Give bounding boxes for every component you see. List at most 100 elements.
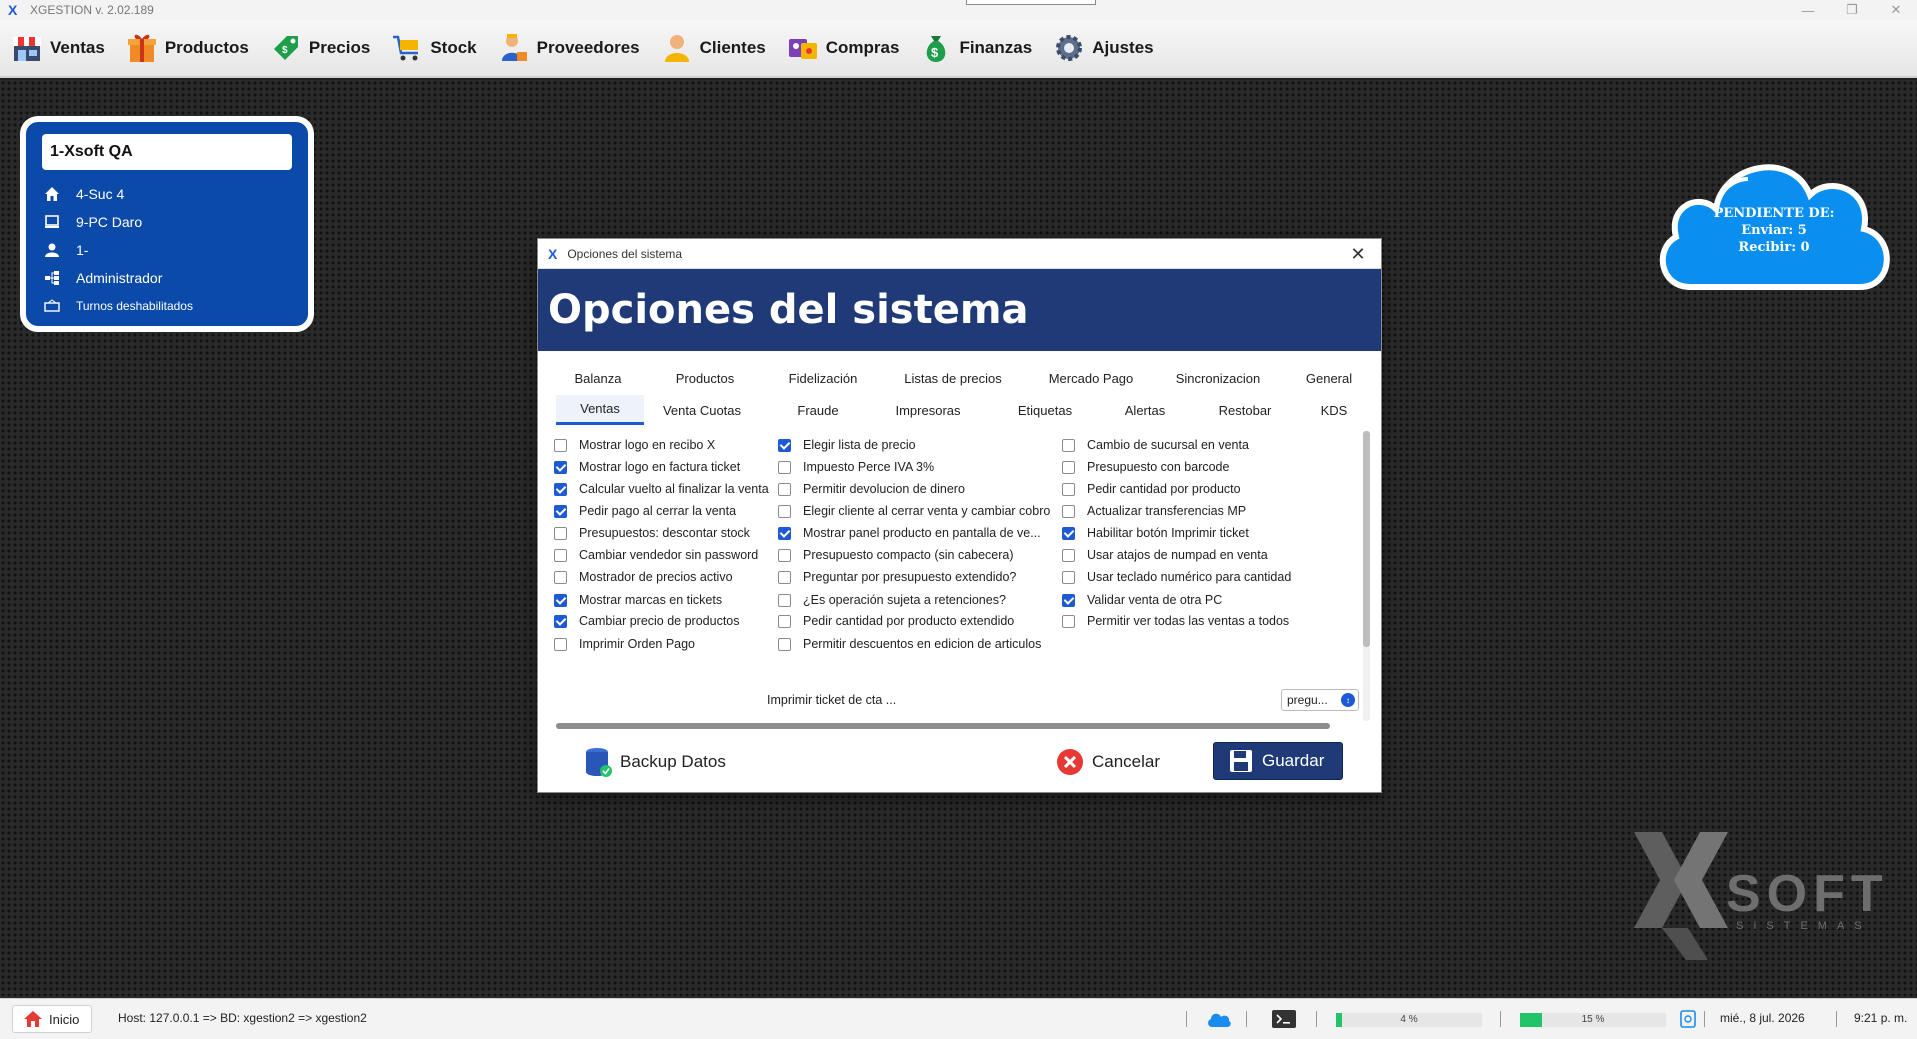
checkbox-unchecked[interactable] [554,548,567,562]
checkbox-unchecked[interactable] [778,504,791,518]
menu-productos[interactable]: Productos [125,28,249,68]
checkbox-unchecked[interactable] [1062,482,1075,496]
cloud-sync-icon[interactable] [1206,1010,1232,1028]
option-col2-3[interactable]: Elegir cliente al cerrar venta y cambiar… [778,501,1050,521]
option-col3-1[interactable]: Presupuesto con barcode [1062,457,1229,477]
checkbox-unchecked[interactable] [1062,614,1075,628]
menu-stock[interactable]: Stock [390,28,477,68]
option-col3-0[interactable]: Cambio de sucursal en venta [1062,435,1249,455]
tab-fidelizacion[interactable]: Fidelización [770,363,876,393]
option-col3-7[interactable]: Validar venta de otra PC [1062,590,1222,610]
checkbox-checked[interactable] [554,614,567,628]
option-col2-6[interactable]: Preguntar por presupuesto extendido? [778,567,1016,587]
option-col1-3[interactable]: Pedir pago al cerrar la venta [554,501,736,521]
checkbox-unchecked[interactable] [778,548,791,562]
tab-restobar[interactable]: Restobar [1180,395,1310,425]
checkbox-unchecked[interactable] [1062,548,1075,562]
tab-kds[interactable]: KDS [1310,395,1358,425]
checkbox-unchecked[interactable] [778,614,791,628]
menu-clientes[interactable]: Clientes [660,28,766,68]
checkbox-checked[interactable] [554,482,567,496]
horizontal-scrollbar-thumb[interactable] [556,723,1330,729]
checkbox-checked[interactable] [1062,593,1075,607]
checkbox-unchecked[interactable] [554,438,567,452]
backup-button[interactable]: Backup Datos [584,743,726,781]
menu-ajustes[interactable]: Ajustes [1052,28,1154,68]
tab-etiquetas[interactable]: Etiquetas [980,395,1110,425]
checkbox-unchecked[interactable] [778,637,791,651]
option-col2-5[interactable]: Presupuesto compacto (sin cabecera) [778,545,1014,565]
option-col3-3[interactable]: Actualizar transferencias MP [1062,501,1246,521]
checkbox-unchecked[interactable] [778,482,791,496]
minimize-button[interactable]: — [1788,0,1828,20]
option-col3-6[interactable]: Usar teclado numérico para cantidad [1062,567,1291,587]
vertical-scrollbar[interactable] [1363,431,1370,721]
recycle-icon[interactable] [1680,1010,1696,1028]
restore-button[interactable]: ❐ [1832,0,1872,20]
checkbox-unchecked[interactable] [1062,504,1075,518]
close-icon[interactable]: ✕ [1347,243,1369,265]
option-col2-9[interactable]: Permitir descuentos en edicion de articu… [778,634,1041,654]
option-col3-4[interactable]: Habilitar botón Imprimir ticket [1062,523,1249,543]
terminal-icon[interactable] [1272,1010,1296,1028]
option-col2-7[interactable]: ¿Es operación sujeta a retenciones? [778,590,1006,610]
tab-alertas[interactable]: Alertas [1110,395,1180,425]
print-ticket-select[interactable]: pregu... ↕ [1281,689,1359,711]
option-col2-4[interactable]: Mostrar panel producto en pantalla de ve… [778,523,1041,543]
checkbox-unchecked[interactable] [778,570,791,584]
option-col3-5[interactable]: Usar atajos de numpad en venta [1062,545,1268,565]
option-label: Pedir cantidad por producto extendido [803,614,1015,628]
checkbox-unchecked[interactable] [554,526,567,540]
option-col1-6[interactable]: Mostrador de precios activo [554,567,733,587]
sync-status-cloud[interactable]: PENDIENTE DE: Enviar: 5 Recibir: 0 [1650,145,1898,295]
checkbox-checked[interactable] [1062,526,1075,540]
menu-finanzas[interactable]: $ Finanzas [919,28,1032,68]
checkbox-checked[interactable] [554,460,567,474]
tab-fraude[interactable]: Fraude [760,395,876,425]
checkbox-unchecked[interactable] [1062,570,1075,584]
home-button[interactable]: Inicio [12,1005,93,1033]
tab-impresoras[interactable]: Impresoras [876,395,980,425]
checkbox-checked[interactable] [778,438,791,452]
cancel-button[interactable]: Cancelar [1056,743,1160,781]
checkbox-checked[interactable] [554,504,567,518]
checkbox-unchecked[interactable] [554,637,567,651]
tab-venta-cuotas[interactable]: Venta Cuotas [644,395,760,425]
checkbox-checked[interactable] [778,526,791,540]
save-button[interactable]: Guardar [1213,742,1344,780]
menu-precios[interactable]: $ Precios [269,28,370,68]
checkbox-unchecked[interactable] [778,460,791,474]
tab-ventas[interactable]: Ventas [556,395,644,425]
option-col2-8[interactable]: Pedir cantidad por producto extendido [778,611,1014,631]
option-col1-9[interactable]: Imprimir Orden Pago [554,634,695,654]
tab-mercado-pago[interactable]: Mercado Pago [1030,363,1152,393]
tab-general[interactable]: General [1284,363,1374,393]
option-col2-2[interactable]: Permitir devolucion de dinero [778,479,965,499]
menu-compras[interactable]: Compras [786,28,899,68]
tab-productos[interactable]: Productos [640,363,770,393]
option-col1-1[interactable]: Mostrar logo en factura ticket [554,457,740,477]
checkbox-unchecked[interactable] [1062,438,1075,452]
checkbox-unchecked[interactable] [778,593,791,607]
tab-listas-de-precios[interactable]: Listas de precios [876,363,1030,393]
option-col1-8[interactable]: Cambiar precio de productos [554,611,740,631]
tab-sincronizacion[interactable]: Sincronizacion [1152,363,1284,393]
menu-ventas[interactable]: Ventas [10,28,105,68]
option-col3-2[interactable]: Pedir cantidad por producto [1062,479,1241,499]
tab-balanza[interactable]: Balanza [556,363,640,393]
vertical-scrollbar-thumb[interactable] [1363,431,1370,647]
option-col1-5[interactable]: Cambiar vendedor sin password [554,545,758,565]
option-col1-4[interactable]: Presupuestos: descontar stock [554,523,750,543]
option-col1-7[interactable]: Mostrar marcas en tickets [554,590,722,610]
checkbox-unchecked[interactable] [554,570,567,584]
close-window-button[interactable]: ✕ [1876,0,1916,20]
checkbox-unchecked[interactable] [1062,460,1075,474]
option-col2-1[interactable]: Impuesto Perce IVA 3% [778,457,934,477]
option-col1-2[interactable]: Calcular vuelto al finalizar la venta [554,479,769,499]
menu-proveedores[interactable]: Proveedores [497,28,640,68]
horizontal-scrollbar[interactable] [556,723,1330,729]
option-col1-0[interactable]: Mostrar logo en recibo X [554,435,715,455]
checkbox-checked[interactable] [554,593,567,607]
option-col2-0[interactable]: Elegir lista de precio [778,435,916,455]
option-col3-8[interactable]: Permitir ver todas las ventas a todos [1062,611,1289,631]
